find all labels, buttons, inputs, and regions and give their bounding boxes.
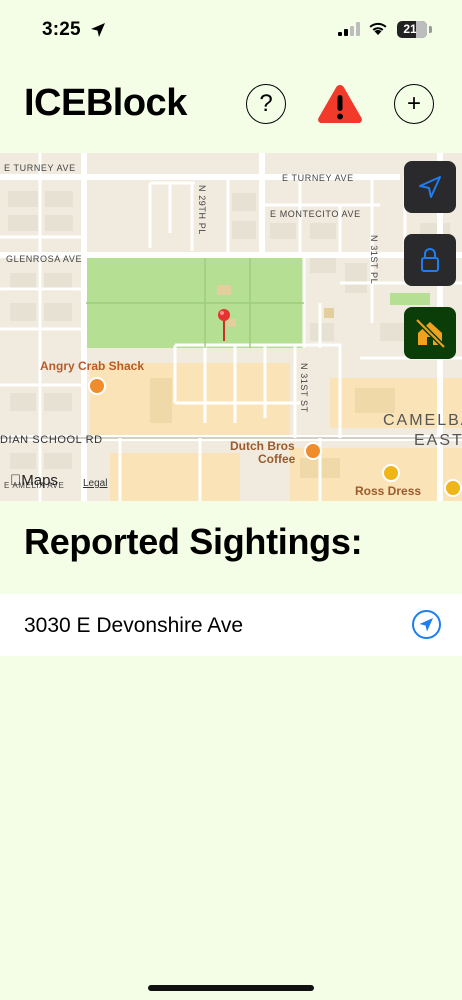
street-label: E MONTECITO AVE bbox=[270, 209, 361, 219]
hide-home-button[interactable] bbox=[404, 307, 456, 359]
location-arrow-icon bbox=[419, 176, 441, 198]
street-label: E TURNEY AVE bbox=[282, 173, 354, 183]
restaurant-icon[interactable] bbox=[88, 377, 106, 395]
poi-label: Dutch Bros bbox=[230, 439, 295, 453]
wifi-icon bbox=[369, 22, 387, 35]
navigate-icon[interactable] bbox=[411, 609, 442, 640]
poi-label: Ross Dress bbox=[355, 484, 422, 498]
home-indicator[interactable] bbox=[148, 985, 314, 991]
apple-maps-logo: Maps bbox=[10, 472, 58, 489]
street-label: N 31ST ST bbox=[299, 363, 309, 413]
street-label: N 29TH PL bbox=[197, 185, 207, 235]
poi-label: Coffee bbox=[258, 452, 296, 466]
app-title: ICEBlock bbox=[24, 82, 187, 124]
status-time: 3:25 bbox=[42, 19, 81, 40]
plus-icon: + bbox=[406, 90, 421, 117]
poi-icon[interactable] bbox=[444, 479, 462, 497]
sighting-row[interactable]: 3030 E Devonshire Ave bbox=[0, 594, 462, 656]
question-mark-icon: ? bbox=[259, 90, 273, 117]
coffee-icon[interactable] bbox=[304, 442, 322, 460]
status-bar: 3:25 21 bbox=[0, 0, 462, 62]
lock-button[interactable] bbox=[404, 234, 456, 286]
locate-me-button[interactable] bbox=[404, 161, 456, 213]
street-label: GLENROSA AVE bbox=[6, 254, 83, 264]
poi-label: Angry Crab Shack bbox=[40, 359, 145, 373]
street-label: N 31ST PL bbox=[369, 235, 379, 285]
lock-icon bbox=[421, 248, 439, 272]
sighting-address: 3030 E Devonshire Ave bbox=[24, 614, 244, 637]
district-label: EAST bbox=[414, 432, 462, 449]
add-sighting-button[interactable]: + bbox=[394, 84, 434, 124]
district-label: CAMELBA bbox=[383, 412, 462, 429]
street-label: E TURNEY AVE bbox=[4, 163, 76, 173]
battery-icon: 21 bbox=[397, 21, 427, 38]
help-button[interactable]: ? bbox=[246, 84, 286, 124]
map-view[interactable]: E TURNEY AVE E TURNEY AVE E MONTECITO AV… bbox=[0, 153, 462, 501]
battery-level: 21 bbox=[403, 22, 417, 36]
street-label: DIAN SCHOOL RD bbox=[0, 434, 103, 446]
sightings-title: Reported Sightings: bbox=[24, 521, 363, 562]
legal-link[interactable]: Legal bbox=[83, 478, 107, 489]
shopping-bag-icon[interactable] bbox=[382, 464, 400, 482]
cellular-signal-icon bbox=[338, 22, 360, 36]
home-slash-icon bbox=[415, 318, 446, 349]
location-services-icon bbox=[91, 23, 105, 37]
report-alert-button[interactable] bbox=[316, 82, 364, 126]
